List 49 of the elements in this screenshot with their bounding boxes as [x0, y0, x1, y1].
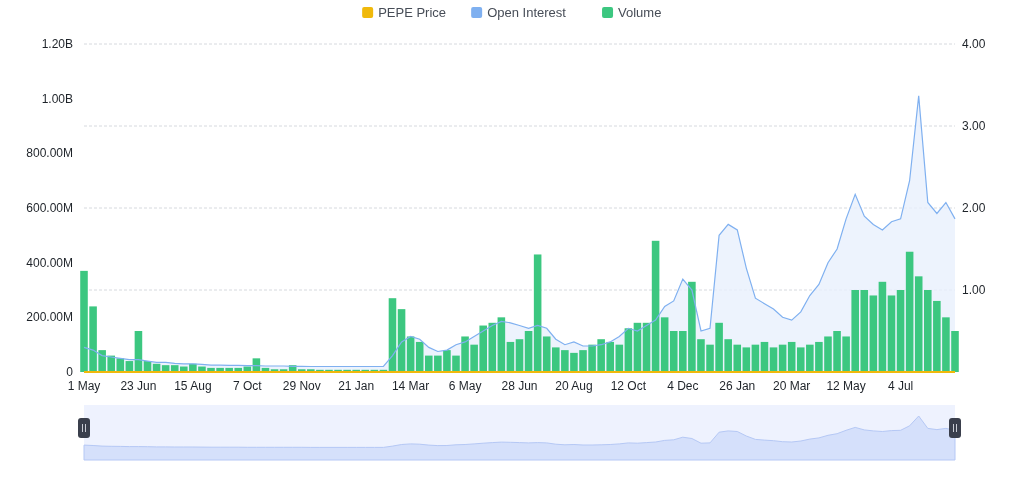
volume-bar — [742, 347, 751, 372]
x-axis-label: 12 Oct — [610, 379, 647, 393]
volume-bar — [633, 322, 642, 372]
volume-bar — [796, 347, 805, 372]
x-axis-label: 15 Aug — [174, 379, 212, 393]
legend-label[interactable]: Open Interest — [487, 5, 566, 20]
volume-bar — [669, 331, 678, 372]
volume-bar — [152, 363, 161, 372]
right-axis-label: 1.00 — [962, 283, 986, 297]
right-axis-label: 3.00 — [962, 119, 986, 133]
y-axis-label: 1.20B — [41, 37, 73, 51]
volume-bar — [733, 344, 742, 372]
legend-label[interactable]: Volume — [618, 5, 662, 20]
y-axis-label: 600.00M — [26, 201, 73, 215]
right-axis-label: 4.00 — [962, 37, 986, 51]
y-axis-label: 800.00M — [26, 146, 73, 161]
x-axis-label: 6 May — [448, 379, 482, 393]
legend-swatch[interactable] — [471, 7, 483, 18]
x-axis-label: 14 Mar — [391, 379, 430, 393]
volume-bar — [116, 358, 125, 372]
volume-bar — [515, 339, 524, 372]
right-axis-label: 2.00 — [962, 201, 986, 215]
volume-bar — [751, 344, 760, 372]
volume-bar — [760, 341, 769, 372]
volume-bar — [778, 344, 787, 372]
range-handle[interactable] — [78, 418, 90, 438]
legend-swatch[interactable] — [602, 7, 614, 18]
x-axis-label: 21 Jan — [338, 379, 375, 393]
legend-swatch[interactable] — [362, 7, 374, 18]
x-axis-label: 23 Jun — [120, 379, 157, 393]
y-axis-label: 0 — [66, 365, 73, 379]
y-axis-label: 200.00M — [26, 310, 73, 325]
x-axis-label: 29 Nov — [282, 379, 321, 393]
volume-bar — [488, 322, 497, 372]
legend-label[interactable]: PEPE Price — [378, 5, 447, 20]
x-axis-label: 26 Jan — [719, 379, 756, 393]
y-axis-label: 1.00B — [41, 91, 73, 106]
x-axis-label: 4 Dec — [667, 379, 699, 393]
x-axis-label: 20 Mar — [773, 379, 811, 393]
y-axis-label: 400.00M — [26, 255, 73, 270]
x-axis-label: 7 Oct — [232, 379, 262, 393]
volume-bar — [787, 341, 796, 372]
x-axis-label: 12 May — [826, 379, 866, 393]
x-axis-label: 4 Jul — [887, 379, 914, 393]
volume-bar — [769, 347, 778, 372]
x-axis-label: 20 Aug — [555, 379, 593, 393]
x-axis-label: 1 May — [67, 379, 101, 393]
x-axis-label: 28 Jun — [501, 379, 538, 393]
range-handle[interactable] — [949, 418, 961, 438]
